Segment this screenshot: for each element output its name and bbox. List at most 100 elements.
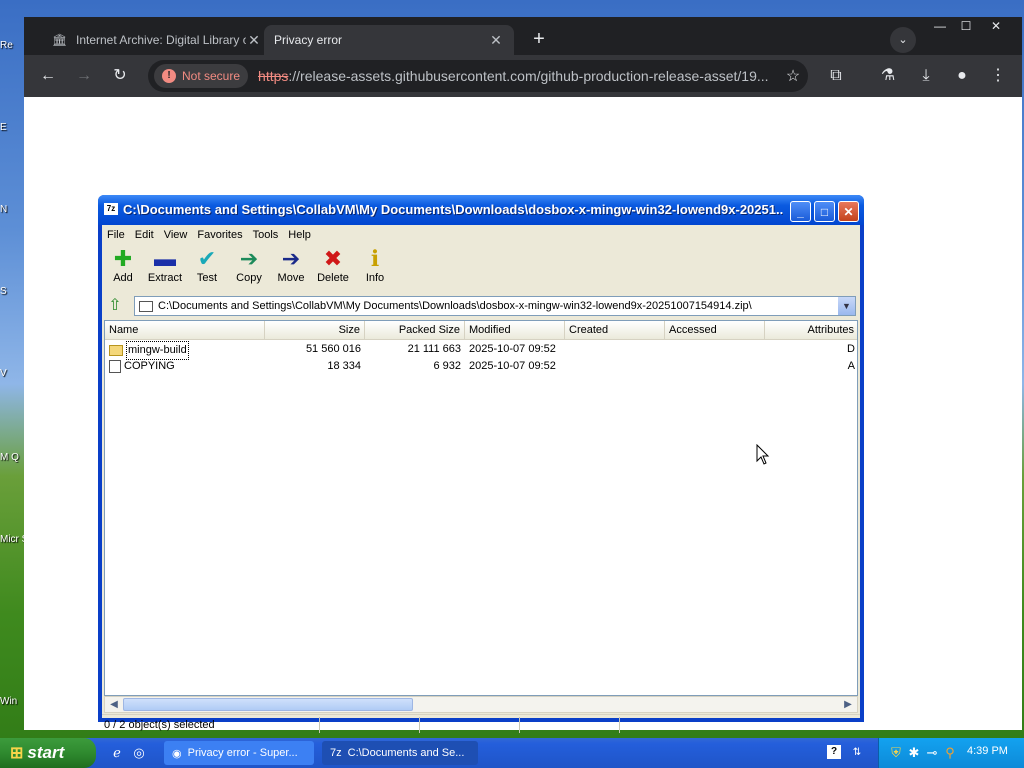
bookmark-star-icon[interactable]: ☆: [778, 66, 808, 86]
file-icon: [109, 360, 121, 373]
cell-modified: 2025-10-07 09:52: [469, 360, 556, 372]
cell-accessed: [665, 341, 765, 358]
delete-button[interactable]: ✖ Delete: [312, 244, 354, 292]
menu-view[interactable]: View: [159, 229, 193, 241]
address-bar[interactable]: ! Not secure https://release-assets.gith…: [148, 60, 808, 92]
cell-attr: A: [847, 360, 855, 372]
zip-window-title: C:\Documents and Settings\CollabVM\My Do…: [123, 202, 783, 217]
desktop-icon-label[interactable]: Re: [0, 40, 26, 51]
extract-icon: ▬: [154, 246, 176, 271]
copy-icon: ➔: [239, 246, 259, 271]
desktop-icon-label[interactable]: M Q: [0, 452, 26, 463]
search-icon[interactable]: ⚲: [943, 745, 957, 761]
security-chip[interactable]: ! Not secure: [154, 64, 249, 88]
cell-name: COPYING: [105, 358, 265, 375]
menu-favorites[interactable]: Favorites: [192, 229, 247, 241]
start-button[interactable]: ⊞ start: [0, 738, 96, 768]
file-name: COPYING: [124, 360, 175, 372]
zip-titlebar[interactable]: 7z C:\Documents and Settings\CollabVM\My…: [98, 195, 864, 225]
zip-close-button[interactable]: ✕: [838, 201, 859, 222]
info-icon: ℹ: [370, 246, 380, 271]
minimize-icon[interactable]: —: [926, 17, 954, 35]
desktop-icon-label[interactable]: N: [0, 204, 26, 215]
up-folder-icon[interactable]: ⇧: [104, 296, 126, 316]
move-button[interactable]: ➔ Move: [270, 244, 312, 292]
file-list[interactable]: Name Size Packed Size Modified Created Access…: [104, 320, 858, 696]
desktop-icon-label[interactable]: Micr St: [0, 534, 26, 545]
zip-path-input[interactable]: C:\Documents and Settings\CollabVM\My Do…: [134, 296, 856, 316]
maximize-icon[interactable]: ☐: [952, 17, 980, 35]
tab-internet-archive[interactable]: 🏛 Internet Archive: Digital Library of ✕: [42, 25, 272, 55]
horizontal-scrollbar[interactable]: ◀ ▶: [104, 696, 858, 713]
tab-title: Privacy error: [274, 33, 343, 47]
column-size[interactable]: Size: [265, 321, 365, 339]
back-icon[interactable]: ←: [36, 64, 60, 88]
desktop-icon-label[interactable]: Win: [0, 696, 26, 707]
toolbar-label: Move: [277, 272, 305, 284]
7zip-app-icon: 7z: [104, 203, 118, 215]
tab-privacy-error[interactable]: Privacy error ✕: [264, 25, 514, 55]
browser-toolbar: ← → ↻ ! Not secure https://release-asset…: [24, 55, 1022, 97]
tab-search-icon[interactable]: ⌄: [890, 27, 916, 53]
archive-favicon-icon: 🏛: [52, 33, 68, 47]
column-packed-size[interactable]: Packed Size: [365, 321, 465, 339]
zip-path-text: C:\Documents and Settings\CollabVM\My Do…: [158, 300, 752, 312]
desktop-icon-label[interactable]: E: [0, 122, 26, 133]
table-row[interactable]: COPYING 18 334 6 932 2025-10-07 09:52 A: [105, 358, 857, 375]
quicklaunch-icon[interactable]: ◎: [130, 744, 148, 762]
scroll-right-icon[interactable]: ▶: [840, 697, 856, 712]
menu-help[interactable]: Help: [283, 229, 316, 241]
desktop-icon-label[interactable]: V: [0, 368, 26, 379]
help-icon[interactable]: ?: [827, 745, 841, 759]
network-icon[interactable]: ✱: [907, 745, 921, 761]
reload-icon[interactable]: ↻: [108, 64, 132, 88]
menu-tools[interactable]: Tools: [248, 229, 284, 241]
move-icon: ➔: [281, 246, 301, 271]
zip-maximize-button[interactable]: □: [814, 201, 835, 222]
test-button[interactable]: ✔ Test: [186, 244, 228, 292]
menu-file[interactable]: File: [102, 229, 130, 241]
toolbar-label: Info: [365, 272, 385, 284]
add-button[interactable]: ✚ Add: [102, 244, 144, 292]
security-shield-icon[interactable]: ⛨: [889, 745, 903, 761]
column-attributes[interactable]: Attributes: [765, 321, 857, 339]
menu-kebab-icon[interactable]: ⋮: [986, 64, 1010, 88]
close-window-icon[interactable]: ✕: [982, 17, 1010, 35]
cell-name: mingw-build: [105, 341, 265, 360]
toolbar-label: Delete: [317, 272, 349, 284]
tray-expand-icon[interactable]: ⇅: [848, 744, 866, 762]
column-name[interactable]: Name: [105, 321, 265, 339]
menu-edit[interactable]: Edit: [130, 229, 159, 241]
zip-minimize-button[interactable]: _: [790, 201, 811, 222]
tab-title: Internet Archive: Digital Library of: [76, 33, 246, 47]
zip-address-bar: ⇧ C:\Documents and Settings\CollabVM\My …: [102, 295, 860, 317]
close-tab-icon[interactable]: ✕: [246, 32, 262, 49]
taskbar: ⊞ start ℯ ◎ ◉ Privacy error - Super... 7…: [0, 738, 1024, 768]
info-button[interactable]: ℹ Info: [354, 244, 396, 292]
scroll-thumb[interactable]: [123, 698, 413, 711]
taskbar-item-browser[interactable]: ◉ Privacy error - Super...: [164, 741, 314, 765]
profile-icon[interactable]: ●: [950, 64, 974, 88]
forward-icon[interactable]: →: [72, 64, 96, 88]
copy-button[interactable]: ➔ Copy: [228, 244, 270, 292]
table-row[interactable]: mingw-build 51 560 016 21 111 663 2025-10-0…: [105, 341, 857, 360]
extensions-icon[interactable]: ⧉: [824, 64, 848, 88]
download-icon[interactable]: ⤓: [914, 64, 938, 88]
column-accessed[interactable]: Accessed: [665, 321, 765, 339]
extract-button[interactable]: ▬ Extract: [144, 244, 186, 292]
volume-icon[interactable]: ⊸: [925, 745, 939, 761]
cell-size: 18 334: [327, 360, 361, 372]
clock: 4:39 PM: [967, 745, 1008, 757]
close-tab-icon[interactable]: ✕: [488, 32, 504, 49]
column-created[interactable]: Created: [565, 321, 665, 339]
column-modified[interactable]: Modified: [465, 321, 565, 339]
taskbar-item-7zip[interactable]: 7z C:\Documents and Se...: [322, 741, 478, 765]
scroll-left-icon[interactable]: ◀: [106, 697, 122, 712]
internet-explorer-icon[interactable]: ℯ: [108, 744, 126, 762]
folder-icon: [109, 345, 123, 356]
labs-flask-icon[interactable]: ⚗: [876, 64, 900, 88]
chevron-down-icon[interactable]: ▼: [838, 297, 855, 315]
new-tab-icon[interactable]: +: [526, 27, 552, 53]
desktop-icon-label[interactable]: S: [0, 286, 26, 297]
url-text[interactable]: https://release-assets.githubusercontent…: [258, 68, 778, 84]
